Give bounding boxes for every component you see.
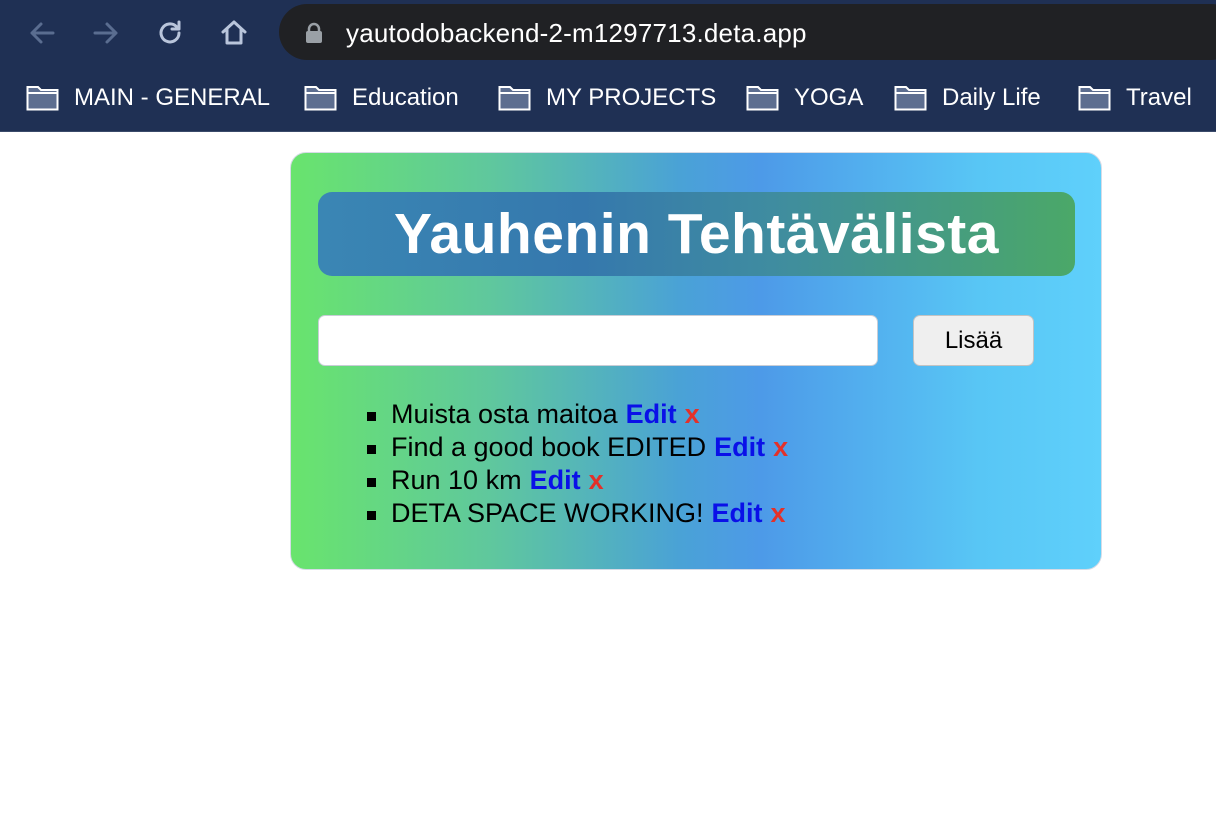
home-icon: [221, 20, 247, 45]
todo-text: Find a good book EDITED: [391, 432, 707, 462]
reload-button[interactable]: [150, 13, 190, 53]
bookmark-label: YOGA: [794, 84, 864, 111]
todo-text: Muista osta maitoa: [391, 399, 618, 429]
bookmark-label: MAIN - GENERAL: [74, 84, 271, 111]
todo-item: Muista osta maitoa Edit x: [365, 398, 1065, 431]
bookmark-yoga[interactable]: YOGA: [746, 80, 863, 116]
forward-button[interactable]: [86, 13, 126, 53]
folder-icon: [894, 86, 927, 111]
bookmark-label: Travel: [1126, 84, 1192, 111]
todo-card: Yauhenin Tehtävälista Lisää Muista osta …: [290, 152, 1102, 570]
todo-item: Find a good book EDITED Edit x: [365, 431, 1065, 464]
back-button[interactable]: [22, 13, 62, 53]
browser-toolbar: yautodobackend-2-m1297713.deta.app: [0, 0, 1216, 66]
delete-link[interactable]: x: [685, 399, 700, 429]
bookmark-main-general[interactable]: MAIN - GENERAL: [26, 80, 270, 116]
url-text[interactable]: yautodobackend-2-m1297713.deta.app: [346, 18, 807, 49]
delete-link[interactable]: x: [771, 498, 786, 528]
add-task-button[interactable]: Lisää: [913, 315, 1034, 366]
bookmark-travel[interactable]: Travel: [1078, 80, 1192, 116]
folder-icon: [304, 86, 337, 111]
todo-text: Run 10 km: [391, 465, 522, 495]
bookmark-label: Daily Life: [942, 84, 1041, 111]
todo-item: DETA SPACE WORKING! Edit x: [365, 497, 1065, 530]
bullet-icon: [367, 412, 376, 421]
address-bar[interactable]: yautodobackend-2-m1297713.deta.app: [279, 4, 1216, 60]
lock-icon: [306, 22, 322, 43]
new-task-input[interactable]: [318, 315, 878, 366]
bookmark-daily-life[interactable]: Daily Life: [894, 80, 1041, 116]
delete-link[interactable]: x: [589, 465, 604, 495]
bookmark-education[interactable]: Education: [304, 80, 459, 116]
arrow-left-icon: [30, 22, 55, 44]
edit-link[interactable]: Edit: [714, 432, 765, 462]
bookmarks-bar: MAIN - GENERAL Education MY PROJECTS YOG…: [0, 66, 1216, 132]
title-banner: Yauhenin Tehtävälista: [318, 192, 1075, 276]
arrow-right-icon: [93, 22, 118, 44]
bullet-icon: [367, 445, 376, 454]
edit-link[interactable]: Edit: [626, 399, 677, 429]
todo-list: Muista osta maitoa Edit x Find a good book…: [365, 398, 1065, 530]
todo-item: Run 10 km Edit x: [365, 464, 1065, 497]
todo-text: DETA SPACE WORKING!: [391, 498, 704, 528]
edit-link[interactable]: Edit: [530, 465, 581, 495]
edit-link[interactable]: Edit: [712, 498, 763, 528]
page-title: Yauhenin Tehtävälista: [394, 202, 999, 266]
bookmark-my-projects[interactable]: MY PROJECTS: [498, 80, 716, 116]
bullet-icon: [367, 478, 376, 487]
bullet-icon: [367, 511, 376, 520]
reload-icon: [159, 20, 181, 44]
folder-icon: [1078, 86, 1111, 111]
home-button[interactable]: [214, 13, 254, 53]
folder-icon: [498, 86, 531, 111]
delete-link[interactable]: x: [773, 432, 788, 462]
folder-icon: [26, 86, 59, 111]
bookmark-label: MY PROJECTS: [546, 84, 717, 111]
folder-icon: [746, 86, 779, 111]
bookmark-label: Education: [352, 84, 459, 111]
